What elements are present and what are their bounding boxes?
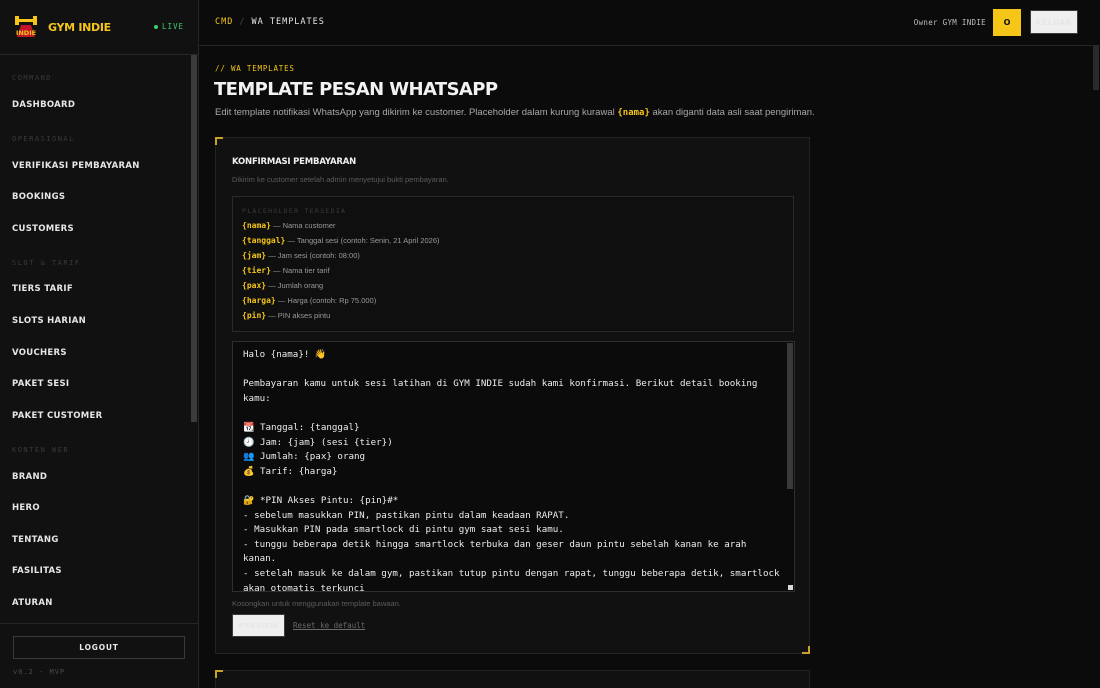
placeholder-desc: — Nama customer [273, 221, 336, 230]
placeholder-key: {jam} [242, 251, 267, 260]
main-scrollbar[interactable] [1092, 46, 1100, 688]
placeholder-key: {nama} [242, 221, 271, 230]
page-description: Edit template notifikasi WhatsApp yang d… [215, 107, 815, 118]
app-root: INDIE GYM INDIE LIVE COMMAND DASHBOARD O… [0, 0, 1100, 688]
logo-text: INDIE [16, 29, 36, 37]
sidebar-item-fasilitas[interactable]: FASILITAS [12, 566, 62, 576]
logout-button[interactable]: LOGOUT [13, 636, 185, 659]
brand-name: GYM INDIE [48, 20, 111, 34]
live-status: LIVE [153, 22, 184, 31]
card-corner-accent [802, 646, 810, 654]
placeholder-desc: — Harga (contoh: Rp 75.000) [277, 296, 377, 305]
sidebar-item-paket-customer[interactable]: PAKET CUSTOMER [12, 411, 102, 421]
sidebar-item-bookings[interactable]: BOOKINGS [12, 192, 65, 202]
breadcrumb: CMD / WA TEMPLATES [215, 17, 325, 27]
sidebar-scrollbar[interactable] [191, 55, 197, 422]
nav-section-command: COMMAND [12, 74, 53, 82]
page-title: TEMPLATE PESAN WHATSAPP [214, 79, 498, 100]
placeholder-key: {pin} [242, 311, 267, 320]
keluar-button[interactable]: KELUAR [1030, 10, 1078, 34]
owner-label: Owner GYM INDIE [913, 18, 986, 27]
template-card-next [215, 670, 810, 688]
placeholder-heading: PLACEHOLDER TERSEDIA [242, 207, 347, 215]
brand-logo-icon[interactable]: INDIE [12, 13, 40, 41]
sidebar-item-customers[interactable]: CUSTOMERS [12, 224, 74, 234]
placeholder-box: PLACEHOLDER TERSEDIA {nama} — Nama custo… [232, 196, 794, 332]
version-label: v0.2 · MVP [13, 668, 66, 676]
placeholder-row: {tanggal} — Tanggal sesi (contoh: Senin,… [242, 236, 440, 245]
nav-section-konten-web: KONTEN WEB [12, 446, 70, 454]
page-desc-after: akan diganti data asli saat pengiriman. [652, 107, 815, 118]
placeholder-row: {tier} — Nama tier tarif [242, 266, 330, 275]
placeholder-key: {harga} [242, 296, 276, 305]
textarea-scrollbar[interactable] [787, 343, 793, 489]
breadcrumb-root[interactable]: CMD [215, 17, 233, 27]
topbar: CMD / WA TEMPLATES Owner GYM INDIE O KELUA… [199, 0, 1100, 46]
placeholder-row: {nama} — Nama customer [242, 221, 336, 230]
nav-section-slot-tarif: SLOT & TARIF [12, 259, 81, 267]
placeholder-row: {pin} — PIN akses pintu [242, 311, 330, 320]
sidebar-item-tiers-tarif[interactable]: TIERS TARIF [12, 284, 73, 294]
template-description: Dikirim ke customer setelah admin menyet… [232, 175, 449, 184]
sidebar: INDIE GYM INDIE LIVE COMMAND DASHBOARD O… [0, 0, 199, 688]
reset-default-link[interactable]: Reset ke default [293, 621, 365, 630]
placeholder-desc: — Nama tier tarif [273, 266, 330, 275]
sidebar-item-vouchers[interactable]: VOUCHERS [12, 348, 67, 358]
sidebar-item-hero[interactable]: HERO [12, 503, 40, 513]
placeholder-desc: — Jam sesi (contoh: 08:00) [268, 251, 360, 260]
preview-button[interactable]: PREVIEW [232, 614, 285, 637]
sidebar-item-slots-harian[interactable]: SLOTS HARIAN [12, 316, 86, 326]
placeholder-key: {pax} [242, 281, 267, 290]
main-scrollbar-thumb[interactable] [1093, 46, 1099, 90]
placeholder-row: {pax} — Jumlah orang [242, 281, 323, 290]
template-title: KONFIRMASI PEMBAYARAN [232, 157, 357, 167]
placeholder-key: {tier} [242, 266, 271, 275]
sidebar-item-dashboard[interactable]: DASHBOARD [12, 100, 75, 110]
template-textarea[interactable]: Halo {nama}! 👋 Pembayaran kamu untuk ses… [232, 341, 795, 592]
template-card-konfirmasi: KONFIRMASI PEMBAYARAN Dikirim ke custome… [215, 137, 810, 654]
placeholder-desc: — PIN akses pintu [268, 311, 331, 320]
placeholder-desc: — Tanggal sesi (contoh: Senin, 21 April … [287, 236, 440, 245]
placeholder-row: {harga} — Harga (contoh: Rp 75.000) [242, 296, 376, 305]
nav-section-operasional: OPERASIONAL [12, 135, 75, 143]
sidebar-item-tentang[interactable]: TENTANG [12, 535, 59, 545]
live-label: LIVE [161, 22, 184, 31]
breadcrumb-separator: / [239, 17, 246, 27]
brand-bar: INDIE GYM INDIE LIVE [0, 0, 198, 55]
page-eyebrow: // WA TEMPLATES [215, 64, 295, 73]
card-corner-accent [215, 670, 223, 678]
resize-handle-icon[interactable] [788, 585, 793, 590]
page-desc-placeholder: {nama} [617, 108, 650, 118]
live-dot-icon [153, 25, 158, 29]
card-corner-accent [215, 137, 223, 145]
avatar[interactable]: O [993, 9, 1021, 36]
page-desc-before: Edit template notifikasi WhatsApp yang d… [215, 107, 615, 118]
sidebar-item-verifikasi-pembayaran[interactable]: VERIFIKASI PEMBAYARAN [12, 161, 140, 171]
sidebar-item-brand[interactable]: BRAND [12, 472, 47, 482]
main-content: // WA TEMPLATES TEMPLATE PESAN WHATSAPP … [199, 46, 1100, 688]
template-text[interactable]: Halo {nama}! 👋 Pembayaran kamu untuk ses… [243, 348, 783, 591]
placeholder-row: {jam} — Jam sesi (contoh: 08:00) [242, 251, 360, 260]
placeholder-desc: — Jumlah orang [268, 281, 324, 290]
sidebar-item-aturan[interactable]: ATURAN [12, 598, 53, 608]
breadcrumb-current: WA TEMPLATES [251, 17, 325, 27]
sidebar-item-paket-sesi[interactable]: PAKET SESI [12, 379, 69, 389]
template-hint: Kosongkan untuk menggunakan template baw… [232, 599, 401, 608]
placeholder-key: {tanggal} [242, 236, 286, 245]
